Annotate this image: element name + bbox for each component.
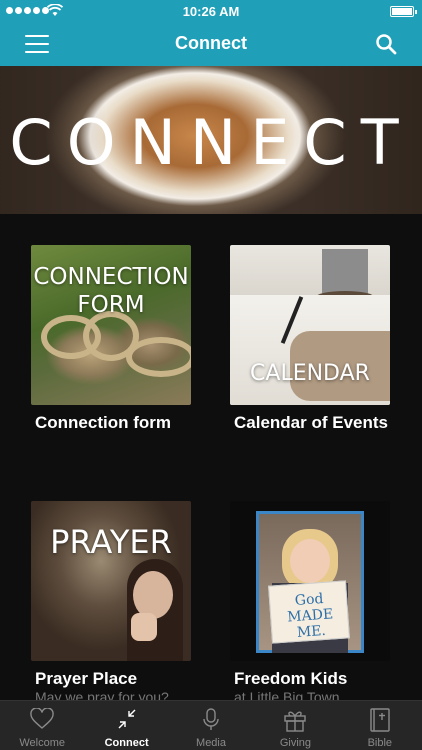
tile-freedom-kids[interactable]: God MADE ME. Freedom Kids at Little Big …	[230, 501, 390, 705]
tile-calendar-of-events[interactable]: CALENDAR Calendar of Events	[230, 245, 390, 432]
tab-label: Giving	[279, 737, 312, 749]
tab-label: Media	[196, 737, 226, 749]
page-title: Connect	[175, 33, 247, 53]
sign-text: God MADE ME.	[286, 590, 334, 641]
tile-connection-form[interactable]: CONNECTION FORM Connection form	[31, 245, 191, 432]
status-bar: 10:26 AM	[0, 0, 422, 22]
hero-title: CONNECT	[9, 106, 413, 179]
tab-bar: Welcome Connect Media Giving Bible	[0, 700, 422, 750]
tab-welcome[interactable]: Welcome	[0, 701, 84, 750]
sign: God MADE ME.	[268, 580, 350, 644]
connect-arrows-icon	[118, 709, 136, 729]
hero-banner: CONNECT	[0, 66, 422, 214]
nav-bar: Connect	[0, 22, 422, 66]
tab-label: Welcome	[19, 737, 66, 749]
status-time: 10:26 AM	[182, 4, 240, 19]
tab-connect[interactable]: Connect	[84, 701, 168, 750]
tile-title: Freedom Kids	[234, 669, 348, 688]
tile-title: Calendar of Events	[234, 413, 388, 432]
prayer-overlay-text: PRAYER	[50, 523, 172, 561]
tile-title: Prayer Place	[35, 669, 138, 688]
freedom-kids-image: God MADE ME.	[230, 501, 390, 661]
heart-icon	[30, 708, 54, 729]
calendar-image: CALENDAR	[230, 245, 390, 405]
tile-prayer-place[interactable]: PRAYER Prayer Place May we pray for you?	[31, 501, 191, 705]
tab-giving[interactable]: Giving	[253, 701, 337, 750]
connection-form-image: CONNECTION FORM	[31, 245, 191, 405]
tab-label: Bible	[367, 737, 393, 749]
tab-bible[interactable]: Bible	[338, 701, 422, 750]
tab-label: Connect	[104, 737, 149, 749]
prayer-image: PRAYER	[31, 501, 191, 661]
tile-title: Connection form	[35, 413, 171, 432]
calendar-overlay-text: CALENDAR	[250, 361, 370, 386]
book-icon	[370, 708, 390, 732]
gift-icon	[284, 711, 307, 732]
tab-media[interactable]: Media	[169, 701, 253, 750]
microphone-icon	[203, 708, 219, 730]
battery-icon	[390, 6, 417, 17]
search-icon[interactable]	[375, 33, 397, 55]
connection-form-overlay-text: CONNECTION FORM	[33, 264, 189, 318]
